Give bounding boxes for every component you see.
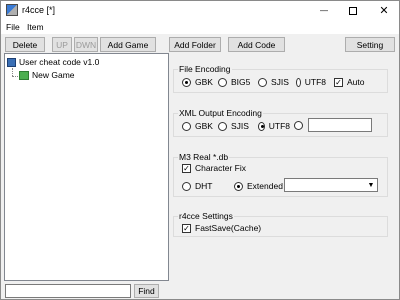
xml-encoding-title: XML Output Encoding bbox=[178, 108, 263, 118]
radio-selected-icon bbox=[258, 121, 265, 131]
xml-enc-gbk-radio[interactable]: GBK bbox=[182, 121, 213, 131]
checkbox-label: FastSave(Cache) bbox=[195, 223, 262, 233]
up-button[interactable]: UP bbox=[52, 37, 72, 52]
radio-label: UTF8 bbox=[268, 121, 290, 131]
delete-button[interactable]: Delete bbox=[5, 37, 45, 52]
radio-selected-icon bbox=[182, 77, 191, 87]
r4cce-settings-group: r4cce Settings ✓ FastSave(Cache) bbox=[173, 211, 388, 237]
file-encoding-title: File Encoding bbox=[178, 64, 232, 74]
file-enc-utf8-radio[interactable]: UTF8 bbox=[296, 77, 326, 87]
app-window: r4cce [*] — ✕ File Item Delete UP DWN Ad… bbox=[0, 0, 400, 300]
radio-label: Extended bbox=[247, 181, 283, 191]
window-title: r4cce [*] bbox=[22, 5, 56, 15]
tree-connector bbox=[12, 76, 18, 77]
radio-icon bbox=[218, 121, 227, 131]
extended-select[interactable]: ▼ bbox=[284, 178, 378, 192]
radio-label: SJIS bbox=[231, 121, 249, 131]
checkbox-label: Character Fix bbox=[195, 163, 247, 173]
r4cce-settings-title: r4cce Settings bbox=[178, 211, 234, 221]
dht-radio[interactable]: DHT bbox=[182, 181, 212, 191]
radio-label: DHT bbox=[195, 181, 213, 191]
radio-label: SJIS bbox=[271, 77, 289, 87]
dropdown-arrow-icon[interactable]: ▼ bbox=[365, 179, 377, 191]
close-button[interactable]: ✕ bbox=[370, 1, 398, 20]
title-bar: r4cce [*] — ✕ bbox=[1, 1, 399, 20]
radio-label: BIG5 bbox=[231, 77, 251, 87]
cheat-tree[interactable]: User cheat code v1.0 New Game bbox=[4, 53, 169, 281]
fastsave-checkbox[interactable]: ✓ FastSave(Cache) bbox=[182, 223, 261, 233]
xml-enc-sjis-radio[interactable]: SJIS bbox=[218, 121, 249, 131]
add-folder-button[interactable]: Add Folder bbox=[169, 37, 221, 52]
app-icon bbox=[6, 4, 18, 16]
xml-enc-custom-radio[interactable] bbox=[294, 121, 307, 130]
down-button[interactable]: DWN bbox=[74, 37, 98, 52]
radio-label: UTF8 bbox=[304, 77, 326, 87]
m3-real-title: M3 Real *.db bbox=[178, 152, 230, 162]
xml-custom-encoding-input[interactable] bbox=[308, 118, 372, 132]
m3-real-group: M3 Real *.db ✓ Character Fix DHT Extended… bbox=[173, 152, 388, 197]
close-icon: ✕ bbox=[379, 5, 389, 17]
tree-item-root[interactable]: User cheat code v1.0 bbox=[7, 57, 99, 67]
radio-icon bbox=[258, 77, 267, 87]
tree-connector bbox=[12, 68, 13, 76]
character-fix-checkbox[interactable]: ✓ Character Fix bbox=[182, 163, 246, 173]
cheat-root-icon bbox=[7, 57, 16, 67]
file-enc-big5-radio[interactable]: BIG5 bbox=[218, 77, 250, 87]
radio-selected-icon bbox=[234, 181, 243, 191]
file-enc-gbk-radio[interactable]: GBK bbox=[182, 77, 213, 87]
radio-icon bbox=[296, 77, 301, 87]
find-input[interactable] bbox=[5, 284, 131, 298]
minimize-icon: — bbox=[320, 6, 328, 15]
radio-icon bbox=[182, 121, 191, 131]
file-encoding-group: File Encoding GBK BIG5 SJIS UTF8 ✓ Auto bbox=[173, 64, 388, 93]
menu-file[interactable]: File bbox=[6, 22, 20, 32]
radio-label: GBK bbox=[195, 77, 213, 87]
minimize-button[interactable]: — bbox=[310, 1, 338, 20]
checkmark-icon: ✓ bbox=[334, 77, 343, 87]
maximize-button[interactable] bbox=[339, 1, 367, 20]
file-enc-sjis-radio[interactable]: SJIS bbox=[258, 77, 289, 87]
extended-radio[interactable]: Extended bbox=[234, 181, 283, 191]
add-game-button[interactable]: Add Game bbox=[100, 37, 156, 52]
checkbox-label: Auto bbox=[347, 77, 365, 87]
xml-enc-utf8-radio[interactable]: UTF8 bbox=[258, 121, 290, 131]
radio-icon bbox=[182, 181, 191, 191]
tree-item-game[interactable]: New Game bbox=[19, 70, 75, 80]
radio-icon bbox=[218, 77, 227, 87]
radio-icon bbox=[294, 121, 303, 130]
setting-button[interactable]: Setting bbox=[345, 37, 395, 52]
checkmark-icon: ✓ bbox=[182, 223, 191, 233]
menu-item[interactable]: Item bbox=[27, 22, 44, 32]
radio-label: GBK bbox=[195, 121, 213, 131]
menu-bar: File Item bbox=[1, 20, 399, 34]
find-button[interactable]: Find bbox=[134, 284, 159, 298]
auto-checkbox[interactable]: ✓ Auto bbox=[334, 77, 365, 87]
xml-encoding-group: XML Output Encoding GBK SJIS UTF8 bbox=[173, 108, 388, 137]
add-code-button[interactable]: Add Code bbox=[228, 37, 285, 52]
checkmark-icon: ✓ bbox=[182, 163, 191, 173]
tree-child-label: New Game bbox=[32, 70, 75, 80]
tree-root-label: User cheat code v1.0 bbox=[19, 57, 100, 67]
maximize-icon bbox=[349, 6, 357, 15]
game-icon bbox=[19, 70, 29, 80]
